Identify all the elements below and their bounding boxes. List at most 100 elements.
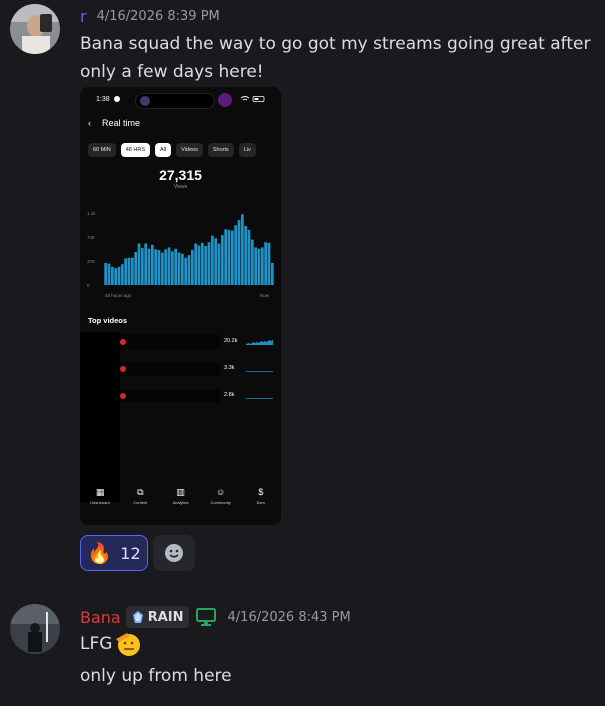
message-text-line1: Bana squad the way to go got my streams …: [80, 34, 591, 54]
username-bana[interactable]: Bana: [80, 608, 121, 627]
chart-bar: [214, 238, 218, 285]
chart-bar: [260, 247, 264, 285]
chart-bar: [237, 220, 241, 285]
avatar-bana[interactable]: [10, 604, 60, 654]
views-label: Views: [173, 184, 188, 190]
analytics-icon: ▥: [176, 487, 185, 497]
chart-bar: [180, 253, 184, 285]
chart-bar: [114, 268, 118, 285]
add-reaction-button[interactable]: [153, 535, 195, 571]
moon-icon: [114, 96, 120, 102]
chart-bar: [194, 243, 198, 285]
saluting-face-icon: [116, 633, 141, 656]
chart-bar: [157, 249, 161, 285]
y-tick-label: 1.1k: [87, 211, 96, 216]
x-start-label: 48 hours ago: [105, 293, 132, 298]
chart-bar: [154, 249, 158, 285]
image-attachment[interactable]: 1:38 ‹ Real time 60 MIN 48 HRS All Video…: [80, 87, 281, 525]
y-tick-label: 370: [87, 259, 95, 264]
chart-bar: [257, 248, 261, 285]
tab-earn[interactable]: $ Earn: [242, 487, 280, 505]
status-time: 1:38: [96, 96, 110, 103]
video-views: 3.3k: [224, 365, 235, 371]
y-tick-label: 0: [87, 283, 90, 288]
chart-bar: [244, 225, 248, 285]
chip-60min[interactable]: 60 MIN: [88, 143, 116, 157]
y-tick-label: 740: [87, 235, 95, 240]
chip-all[interactable]: All: [155, 143, 172, 157]
chart-bar: [160, 252, 164, 285]
filter-chips: 60 MIN 48 HRS All Videos Shorts Liv: [88, 143, 256, 157]
chart-bar: [104, 262, 108, 285]
chart-bar: [137, 243, 141, 285]
chart-bar: [124, 258, 128, 285]
chart-bar: [140, 248, 144, 285]
tab-dashboard[interactable]: ▦ Dashboard: [81, 487, 119, 505]
views-value: 27,315: [159, 167, 202, 183]
chart-bar: [174, 248, 178, 285]
chart-bar: [147, 248, 151, 285]
wifi-battery-icon: [240, 95, 270, 105]
chart-bar: [270, 262, 274, 285]
chart-bar: [200, 242, 204, 285]
video-views: 20.2k: [224, 338, 238, 344]
video-thumb-icon: [120, 366, 126, 372]
content-icon: ⧉: [137, 487, 144, 497]
chart-bar: [107, 263, 111, 285]
rain-tag-icon: [132, 611, 143, 623]
sparkline: [246, 398, 273, 399]
chip-live[interactable]: Liv: [238, 143, 256, 157]
chart-bar: [210, 235, 214, 285]
chart-bar: [144, 243, 148, 285]
top-videos-title: Top videos: [88, 316, 128, 325]
page-title: Real time: [102, 118, 141, 128]
chip-videos[interactable]: Videos: [176, 143, 203, 157]
chart-bar: [187, 255, 191, 285]
chart-bar: [240, 214, 244, 285]
chart-bar: [134, 251, 138, 285]
chart-bar: [120, 264, 124, 285]
fire-icon: 🔥: [87, 541, 113, 565]
sparkline: [246, 340, 273, 345]
recording-icon: [218, 93, 232, 107]
username-r[interactable]: r: [80, 7, 87, 26]
chart-bar: [234, 225, 238, 285]
x-end-label: Now: [260, 293, 270, 298]
smiley-icon: [165, 544, 183, 562]
dynamic-island: [135, 93, 215, 109]
reaction-fire[interactable]: 🔥 12: [80, 535, 148, 571]
chart-bar: [190, 249, 194, 285]
chart-bar: [254, 247, 258, 285]
chart-bar: [110, 266, 114, 285]
chart-bar: [177, 252, 181, 285]
avatar-r[interactable]: [10, 4, 60, 54]
chart-bar: [224, 229, 228, 285]
redaction: [80, 332, 120, 502]
tab-content[interactable]: ⧉ Content: [121, 487, 159, 505]
chart-bar: [167, 247, 171, 285]
chart-bar: [164, 249, 168, 285]
message-text-lfg: LFG: [80, 634, 113, 654]
chart-bar: [217, 243, 221, 285]
chart-bar: [227, 229, 231, 285]
reaction-count: 12: [120, 543, 141, 563]
back-chevron-icon[interactable]: ‹: [88, 118, 91, 128]
chart-bar: [127, 257, 131, 285]
message-text-line2: only up from here: [80, 666, 232, 686]
chart-bar: [220, 235, 224, 285]
chip-48hrs[interactable]: 48 HRS: [120, 143, 150, 157]
chart-bar: [130, 257, 134, 285]
chart-bar: [117, 266, 121, 285]
earn-icon: $: [258, 487, 264, 497]
timestamp: 4/16/2026 8:43 PM: [227, 609, 351, 625]
chart-bar: [230, 230, 234, 285]
chart-bar: [197, 245, 201, 285]
guild-tag-badge[interactable]: RAIN: [125, 606, 189, 628]
video-thumb-icon: [120, 393, 126, 399]
chart-bar: [150, 244, 154, 285]
tab-analytics[interactable]: ▥ Analytics: [161, 487, 199, 505]
bottom-tab-bar: ▦ Dashboard ⧉ Content ▥ Analytics ☺ Comm…: [80, 487, 281, 505]
chip-shorts[interactable]: Shorts: [207, 143, 234, 157]
tab-community[interactable]: ☺ Community: [202, 487, 240, 505]
monitor-icon: [195, 608, 216, 626]
